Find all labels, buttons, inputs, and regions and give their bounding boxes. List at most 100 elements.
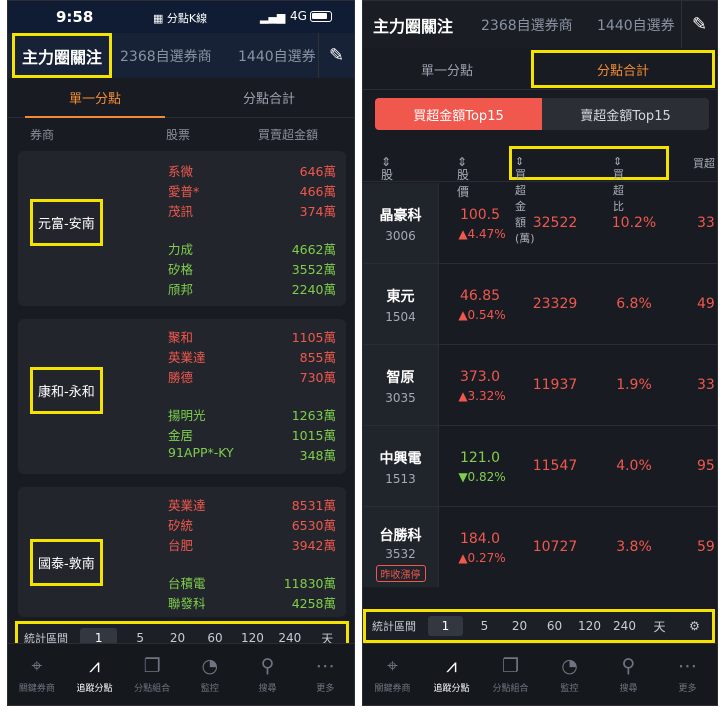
broker-card[interactable]: 元富-安南 系微 646萬 愛普* 466萬 茂訊 374萬 力成 4662萬 矽格 35… — [18, 151, 346, 306]
stock-value: 730萬 — [299, 370, 336, 385]
period-120[interactable]: 120 — [572, 619, 607, 633]
stock-name[interactable]: 金居 — [168, 425, 193, 444]
nav-search[interactable]: ⚲ 搜尋 — [599, 644, 658, 705]
nav-monitor[interactable]: ◔ 監控 — [181, 644, 239, 705]
stock-name[interactable]: 91APP*-KY — [168, 445, 234, 460]
nav-branch-combo[interactable]: ❐ 分點組合 — [481, 644, 540, 705]
sell-row: 揚明光 1263萬 — [168, 405, 336, 425]
sell-top15-button[interactable]: 賣超金額Top15 — [542, 98, 709, 130]
table-row[interactable]: 智原 3035 373.0 ▲3.32% 11937 1.9% 33 — [363, 345, 717, 426]
stock-name[interactable]: 英業達 — [168, 347, 206, 366]
edit-pencil-icon[interactable]: ✎ — [318, 33, 354, 78]
nav-label: 關鍵券商 — [18, 684, 55, 694]
period-20[interactable]: 20 — [502, 619, 537, 633]
broker-card[interactable]: 康和-永和 聚和 1105萬 英業達 855萬 勝德 730萬 揚明光 1263萬 金居… — [18, 319, 346, 474]
sell-row: 頎邦 2240萬 — [168, 279, 336, 299]
stock-name[interactable]: 頎邦 — [168, 279, 193, 298]
stock-name[interactable]: 勝德 — [168, 367, 193, 386]
stock-name[interactable]: 台積電 — [168, 573, 206, 592]
tab-branch-total[interactable]: 分點合計 — [182, 78, 354, 116]
nav-more[interactable]: ⋯ 更多 — [296, 644, 354, 705]
period-60[interactable]: 60 — [537, 619, 572, 633]
gear-icon[interactable]: ⚙ — [677, 619, 712, 633]
period-240[interactable]: 240 — [607, 619, 642, 633]
th-buy-amount[interactable]: 買超金額(萬) ⇕ — [515, 155, 535, 245]
buy-top15-button[interactable]: 買超金額Top15 — [375, 98, 542, 130]
stat-period-label: 統計區間 — [372, 620, 416, 633]
table-row[interactable]: 晶豪科 3006 100.5 ▲4.47% 32522 10.2% 33 — [363, 183, 717, 264]
th-stock[interactable]: 股票 ⇕ — [381, 155, 393, 199]
th-price[interactable]: 股價 ⇕ — [457, 155, 469, 199]
stock-name[interactable]: 愛普* — [168, 181, 199, 200]
table-row[interactable]: 東元 1504 46.85 ▲0.54% 23329 6.8% 49 — [363, 264, 717, 345]
buy-ratio: 6.8% — [616, 296, 652, 312]
nav-track-branch[interactable]: ⩘ 追蹤分點 — [422, 644, 481, 705]
tab-1440-brokers[interactable]: 1440自選券 — [597, 1, 675, 48]
buy-row: 系微 646萬 — [168, 161, 336, 181]
nav-more[interactable]: ⋯ 更多 — [658, 644, 717, 705]
table-row[interactable]: 台勝科 3532 昨收漲停 184.0 ▲0.27% 10727 3.8% 59 — [363, 507, 717, 588]
stock-name[interactable]: 聯發科 — [168, 593, 206, 612]
nav-track-branch[interactable]: ⩘ 追蹤分點 — [66, 644, 124, 705]
buy-row: 勝德 730萬 — [168, 367, 336, 387]
tab-2368-brokers[interactable]: 2368自選券商 — [120, 33, 212, 78]
chart-icon: ⩘ — [446, 655, 457, 677]
tab-single-branch[interactable]: 單一分點 — [8, 78, 182, 118]
stock-name[interactable]: 力成 — [168, 239, 193, 258]
tab-main-watch[interactable]: 主力圈關注 — [373, 1, 453, 48]
nav-monitor[interactable]: ◔ 監控 — [540, 644, 599, 705]
stock-name[interactable]: 矽統 — [168, 515, 193, 534]
buy-row: 台肥 3942萬 — [168, 535, 336, 555]
stock-name[interactable]: 茂訊 — [168, 201, 193, 220]
nav-branch-combo[interactable]: ❐ 分點組合 — [123, 644, 181, 705]
th-buy-cut[interactable]: 買超 — [693, 155, 715, 171]
nav-label: 追蹤分點 — [76, 684, 113, 694]
stock-code: 1504 — [385, 310, 416, 324]
stat-period-bar: 統計區間 1 5 20 60 120 240 天 ⚙ — [363, 609, 715, 643]
tab-branch-total[interactable]: 分點合計 — [531, 50, 715, 88]
bottom-nav: ⌖ 關鍵券商 ⩘ 追蹤分點 ❐ 分點組合 ◔ 監控 ⚲ 搜尋 ⋯ 更多 — [8, 643, 354, 705]
stock-name[interactable]: 英業達 — [168, 495, 206, 514]
stock-price: 121.0 — [459, 450, 501, 466]
tab-main-watch[interactable]: 主力圈關注 — [12, 33, 112, 78]
stock-cell: 中興電 1513 — [363, 426, 439, 506]
stock-name: 晶豪科 — [379, 208, 422, 224]
stock-code: 3006 — [385, 229, 416, 243]
stock-name[interactable]: 台肥 — [168, 535, 193, 554]
period-1[interactable]: 1 — [428, 616, 463, 636]
broker-card[interactable]: 國泰-敦南 英業達 8531萬 矽統 6530萬 台肥 3942萬 台積電 11830萬… — [18, 487, 346, 617]
nav-key-brokers[interactable]: ⌖ 關鍵券商 — [363, 644, 422, 705]
period-5[interactable]: 5 — [467, 619, 502, 633]
stock-name[interactable]: 揚明光 — [168, 405, 206, 424]
nav-label: 監控 — [560, 684, 579, 694]
stock-value: 855萬 — [299, 350, 336, 365]
edit-pencil-icon[interactable]: ✎ — [681, 1, 717, 48]
search-icon: ⚲ — [260, 655, 275, 677]
tab-2368-brokers[interactable]: 2368自選券商 — [481, 1, 573, 48]
buy-ratio: 3.8% — [616, 539, 652, 555]
table-row[interactable]: 中興電 1513 121.0 ▼0.82% 11547 4.0% 95 — [363, 426, 717, 507]
stock-value: 3552萬 — [291, 262, 336, 277]
bottom-nav: ⌖ 關鍵券商 ⩘ 追蹤分點 ❐ 分點組合 ◔ 監控 ⚲ 搜尋 ⋯ 更多 — [363, 643, 717, 705]
nav-key-brokers[interactable]: ⌖ 關鍵券商 — [8, 644, 66, 705]
nav-search[interactable]: ⚲ 搜尋 — [239, 644, 297, 705]
stock-name[interactable]: 聚和 — [168, 327, 193, 346]
stock-price: 373.0 — [459, 369, 501, 385]
broker-name: 元富-安南 — [30, 199, 103, 246]
buy-row: 英業達 8531萬 — [168, 495, 336, 515]
stock-name[interactable]: 矽格 — [168, 259, 193, 278]
stock-value: 8531萬 — [291, 498, 336, 513]
tab-single-branch[interactable]: 單一分點 — [363, 48, 531, 90]
nav-label: 關鍵券商 — [374, 684, 411, 694]
stock-value: 1105萬 — [291, 330, 336, 345]
sell-row: 金居 1015萬 — [168, 425, 336, 445]
layers-icon: ❐ — [143, 655, 161, 677]
buy-amount: 11547 — [532, 458, 578, 474]
th-buy-ratio[interactable]: 買超比 ⇕ — [613, 155, 624, 213]
tab-1440-brokers[interactable]: 1440自選券 — [238, 33, 316, 78]
stock-code: 3532 — [385, 547, 416, 561]
stock-value: 466萬 — [299, 184, 336, 199]
nav-label: 分點組合 — [492, 684, 529, 694]
stock-code: 1513 — [385, 472, 416, 486]
stock-name[interactable]: 系微 — [168, 161, 193, 180]
